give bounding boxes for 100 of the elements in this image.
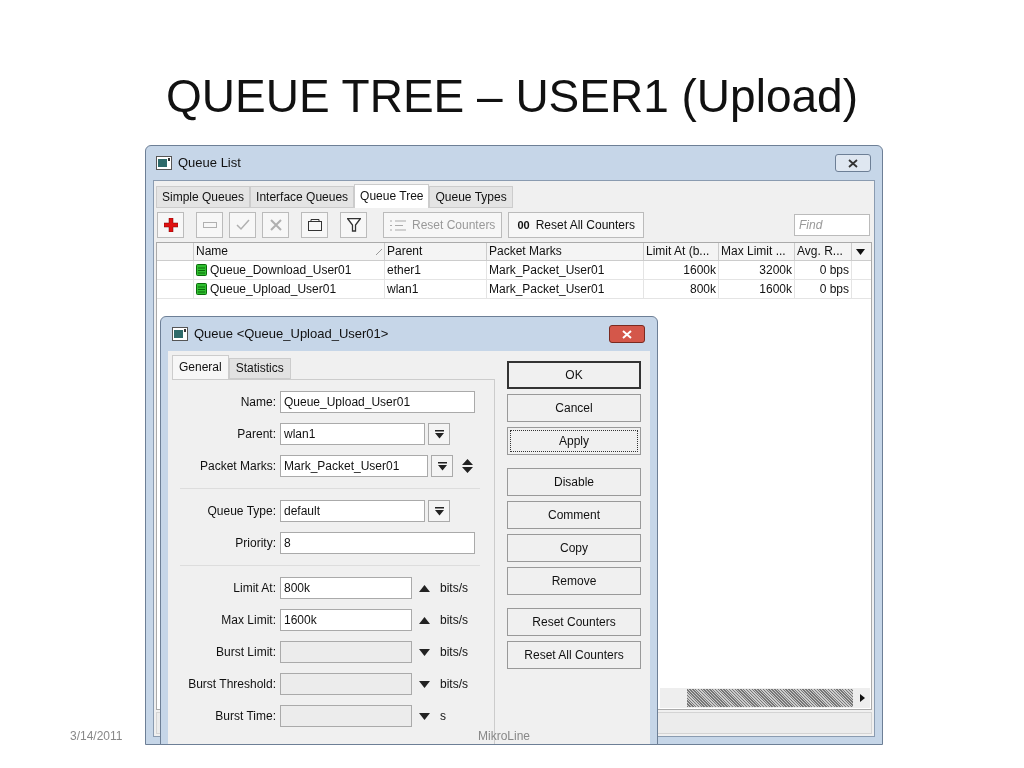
- caret-icon: [856, 248, 865, 255]
- tab[interactable]: General: [172, 355, 229, 379]
- sort-icon: [376, 248, 382, 255]
- dialog-button[interactable]: OK: [507, 361, 641, 389]
- field-label: Burst Time:: [214, 708, 277, 725]
- input-field[interactable]: wlan1: [280, 423, 425, 445]
- dialog-button[interactable]: Disable: [507, 468, 641, 496]
- filter-icon: [346, 218, 361, 232]
- toolbar-button[interactable]: [340, 212, 367, 238]
- column-header[interactable]: Avg. R...: [795, 243, 852, 260]
- check-icon: [235, 219, 250, 231]
- dropdown-icon: [434, 429, 444, 439]
- dialog-button[interactable]: Reset Counters: [507, 608, 641, 636]
- column-title: Packet Marks: [489, 243, 562, 260]
- dropdown-icon: [437, 461, 447, 471]
- toolbar-button[interactable]: [301, 212, 328, 238]
- table-cell-text: 1600k: [683, 262, 716, 279]
- down-arrow-icon[interactable]: [419, 712, 430, 720]
- tab[interactable]: Queue Types: [429, 186, 513, 208]
- field-label: Burst Threshold:: [187, 676, 277, 693]
- dropdown-button[interactable]: [428, 500, 450, 522]
- slide-footer: MikroLine: [478, 727, 531, 745]
- cross-icon: [269, 219, 282, 231]
- window-icon: [172, 327, 188, 341]
- column-header[interactable]: Parent: [385, 243, 487, 260]
- slide-date: 3/14/2011: [70, 728, 123, 745]
- up-arrow-icon[interactable]: [419, 616, 430, 624]
- field-label: Limit At:: [232, 580, 277, 597]
- table-cell-text: Mark_Packet_User01: [489, 262, 605, 279]
- field-label: Parent:: [236, 426, 277, 443]
- tab[interactable]: Statistics: [228, 358, 291, 379]
- tab[interactable]: Interface Queues: [250, 186, 355, 208]
- counter-glyph: 00: [517, 217, 530, 233]
- dropdown-button[interactable]: [431, 455, 453, 477]
- field-label: Name:: [239, 394, 277, 411]
- dropdown-icon: [434, 506, 444, 516]
- input-field[interactable]: 8: [280, 532, 475, 554]
- table-cell-text: 800k: [689, 281, 716, 298]
- dialog-button[interactable]: Reset All Counters: [507, 641, 641, 669]
- window-icon: [156, 156, 172, 170]
- input-field[interactable]: Mark_Packet_User01: [280, 455, 428, 477]
- minus-icon: [202, 222, 217, 228]
- down-arrow-icon[interactable]: [419, 648, 430, 656]
- table-cell-text: 3200k: [759, 262, 792, 279]
- queue-icon: [196, 264, 207, 276]
- column-title: Avg. R...: [797, 243, 843, 260]
- plus-icon: [163, 218, 178, 232]
- find-field[interactable]: Find: [794, 214, 870, 236]
- down-arrow-icon[interactable]: [419, 680, 430, 688]
- scrollbar[interactable]: [660, 688, 870, 708]
- input-field[interactable]: Queue_Upload_User01: [280, 391, 475, 413]
- close-button[interactable]: [609, 325, 645, 343]
- field-label: Queue Type:: [206, 503, 277, 520]
- dialog-button[interactable]: Cancel: [507, 394, 641, 422]
- field-label: Burst Limit:: [215, 644, 277, 661]
- window-title: Queue List: [178, 154, 241, 173]
- scrollbar-thumb[interactable]: [687, 689, 853, 707]
- dropdown-button[interactable]: [428, 423, 450, 445]
- button-label: Reset All Counters: [535, 217, 635, 234]
- right-arrow-icon[interactable]: [860, 694, 865, 702]
- field-label: Priority:: [234, 535, 277, 552]
- dialog-title: Queue <Queue_Upload_User01>: [194, 325, 389, 344]
- table-cell-text: 0 bps: [819, 281, 849, 298]
- queue-icon: [196, 283, 207, 295]
- table-cell-text: Mark_Packet_User01: [489, 281, 605, 298]
- close-icon: [622, 329, 632, 339]
- up-arrow-icon[interactable]: [419, 584, 430, 592]
- column-title: Name: [196, 243, 228, 260]
- field-label: Packet Marks:: [198, 458, 277, 475]
- tab[interactable]: Simple Queues: [156, 186, 251, 208]
- dialog-button[interactable]: Comment: [507, 501, 641, 529]
- list-icon: [390, 219, 406, 231]
- unit-label: bits/s: [440, 580, 468, 597]
- input-field[interactable]: 800k: [280, 577, 412, 599]
- column-header[interactable]: Name: [194, 243, 385, 260]
- close-icon: [848, 158, 858, 168]
- table-row[interactable]: Queue_Download_User01 ether1 Mark_Packet_User01 1600k 3200k 0 bps: [157, 261, 871, 280]
- toolbar-button[interactable]: [157, 212, 184, 238]
- dialog-button[interactable]: Copy: [507, 534, 641, 562]
- close-button[interactable]: [835, 154, 871, 172]
- reset-all-counters-button[interactable]: 00 Reset All Counters: [508, 212, 644, 238]
- table-cell-text: wlan1: [387, 281, 419, 298]
- unit-label: s: [440, 708, 446, 725]
- input-field[interactable]: default: [280, 500, 425, 522]
- table-row[interactable]: Queue_Upload_User01 wlan1 Mark_Packet_User01 800k 1600k 0 bps: [157, 280, 871, 299]
- unit-label: bits/s: [440, 644, 468, 661]
- slide-title: QUEUE TREE – USER1 (Upload): [165, 69, 859, 124]
- table-cell-text: 1600k: [759, 281, 792, 298]
- unit-label: bits/s: [440, 612, 468, 629]
- table-cell-text: 0 bps: [819, 262, 849, 279]
- field-label: Max Limit:: [220, 612, 277, 629]
- dialog-button[interactable]: Apply: [507, 427, 641, 455]
- dialog-button[interactable]: Remove: [507, 567, 641, 595]
- table-cell-text: Queue_Download_User01: [210, 262, 352, 279]
- unit-label: bits/s: [440, 676, 468, 693]
- tab[interactable]: Queue Tree: [354, 184, 430, 208]
- column-header[interactable]: Packet Marks: [487, 243, 644, 260]
- input-field[interactable]: 1600k: [280, 609, 412, 631]
- column-title: Parent: [387, 243, 423, 260]
- up-down-icon[interactable]: [462, 459, 473, 473]
